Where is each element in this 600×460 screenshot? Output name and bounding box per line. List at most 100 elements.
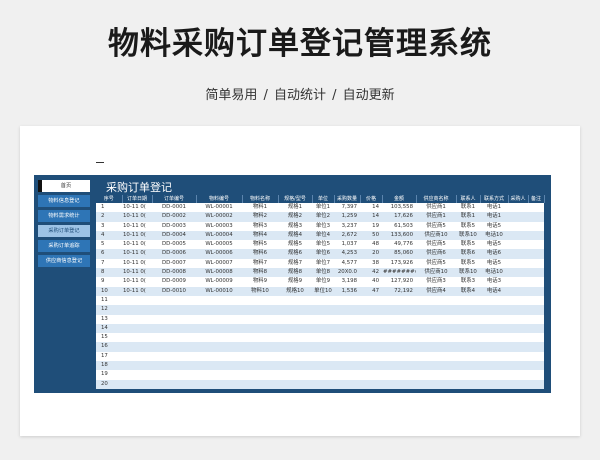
cell-buyer[interactable] — [508, 379, 528, 389]
cell-order-date[interactable]: 10-11 0( — [122, 277, 152, 287]
cell-order-date[interactable]: 10-11 0( — [122, 212, 152, 222]
cell-qty[interactable]: 3,237 — [334, 221, 360, 231]
cell-contact[interactable] — [456, 333, 480, 343]
cell-price[interactable]: 48 — [360, 240, 382, 250]
cell-material-no[interactable]: WL-00005 — [196, 240, 242, 250]
table-row[interactable]: 10 10-11 0(DD-0010 WL-00010 物料10 规格10 单位10 1,5… — [96, 286, 544, 296]
cell-phone[interactable] — [480, 323, 508, 334]
cell-unit[interactable]: 单位5 — [312, 240, 334, 250]
cell-qty[interactable] — [334, 370, 360, 380]
cell-buyer[interactable] — [508, 333, 528, 343]
cell-spec[interactable]: 规格2 — [278, 212, 312, 222]
cell-supplier[interactable] — [416, 379, 456, 389]
cell-remark[interactable] — [528, 314, 544, 324]
cell-remark[interactable] — [528, 249, 544, 259]
cell-buyer[interactable] — [508, 212, 528, 222]
cell-buyer[interactable] — [508, 295, 528, 306]
cell-qty[interactable] — [334, 333, 360, 343]
cell-amount[interactable] — [382, 305, 416, 315]
cell-material-no[interactable] — [196, 351, 242, 362]
cell-remark[interactable] — [528, 379, 544, 389]
cell-material-no[interactable] — [196, 370, 242, 380]
cell-phone[interactable]: 电话5 — [480, 221, 508, 231]
cell-material-name[interactable] — [242, 333, 278, 343]
cell-contact[interactable]: 联系3 — [456, 277, 480, 287]
cell-contact[interactable] — [456, 351, 480, 362]
table-row[interactable]: 16 — [96, 342, 544, 352]
cell-price[interactable]: 19 — [360, 221, 382, 231]
cell-seq[interactable]: 3 — [96, 221, 122, 231]
cell-order-date[interactable]: 10-11 0( — [122, 258, 152, 269]
cell-material-no[interactable] — [196, 305, 242, 315]
cell-contact[interactable]: 联系5 — [456, 221, 480, 231]
cell-qty[interactable]: 20X0.0 — [334, 268, 360, 278]
cell-supplier[interactable] — [416, 342, 456, 352]
cell-material-name[interactable] — [242, 379, 278, 389]
cell-unit[interactable]: 单位10 — [312, 286, 334, 296]
cell-material-name[interactable] — [242, 323, 278, 334]
cell-phone[interactable] — [480, 295, 508, 306]
cell-material-no[interactable] — [196, 361, 242, 371]
cell-amount[interactable]: 103,558 — [382, 203, 416, 213]
cell-seq[interactable]: 15 — [96, 333, 122, 343]
cell-phone[interactable] — [480, 314, 508, 324]
cell-material-name[interactable]: 物料3 — [242, 221, 278, 231]
cell-spec[interactable]: 规格9 — [278, 277, 312, 287]
cell-amount[interactable]: 127,920 — [382, 277, 416, 287]
cell-supplier[interactable] — [416, 370, 456, 380]
cell-contact[interactable] — [456, 361, 480, 371]
cell-unit[interactable]: 单位1 — [312, 203, 334, 213]
cell-qty[interactable]: 4,253 — [334, 249, 360, 259]
cell-seq[interactable]: 17 — [96, 351, 122, 362]
table-row[interactable]: 4 10-11 0(DD-0004 WL-00004 物料4 规格4 单位4 2,672 50… — [96, 230, 544, 241]
cell-buyer[interactable] — [508, 240, 528, 250]
cell-order-no[interactable] — [152, 333, 196, 343]
cell-contact[interactable]: 联系5 — [456, 240, 480, 250]
cell-spec[interactable] — [278, 351, 312, 362]
cell-order-date[interactable] — [122, 370, 152, 380]
cell-remark[interactable] — [528, 221, 544, 231]
cell-price[interactable] — [360, 379, 382, 389]
cell-seq[interactable]: 7 — [96, 258, 122, 269]
cell-qty[interactable] — [334, 295, 360, 306]
cell-unit[interactable] — [312, 314, 334, 324]
cell-spec[interactable]: 规格1 — [278, 203, 312, 213]
cell-amount[interactable] — [382, 323, 416, 334]
cell-amount[interactable] — [382, 295, 416, 306]
cell-amount[interactable]: 61,503 — [382, 221, 416, 231]
cell-unit[interactable]: 单位2 — [312, 212, 334, 222]
cell-supplier[interactable]: 供应商5 — [416, 221, 456, 231]
cell-order-date[interactable] — [122, 333, 152, 343]
cell-order-no[interactable] — [152, 323, 196, 334]
cell-material-name[interactable] — [242, 314, 278, 324]
cell-remark[interactable] — [528, 212, 544, 222]
table-row[interactable]: 5 10-11 0(DD-0005 WL-00005 物料5 规格5 单位5 1,037 48… — [96, 240, 544, 250]
table-row[interactable]: 9 10-11 0(DD-0009 WL-00009 物料9 规格9 单位9 3,198 40… — [96, 277, 544, 287]
cell-qty[interactable] — [334, 314, 360, 324]
cell-qty[interactable]: 1,536 — [334, 286, 360, 296]
cell-spec[interactable]: 规格10 — [278, 286, 312, 296]
table-row[interactable]: 12 — [96, 305, 544, 315]
cell-order-date[interactable]: 10-11 0( — [122, 230, 152, 241]
cell-qty[interactable] — [334, 323, 360, 334]
cell-buyer[interactable] — [508, 351, 528, 362]
cell-supplier[interactable]: 供应商6 — [416, 249, 456, 259]
cell-order-date[interactable] — [122, 351, 152, 362]
cell-supplier[interactable]: 供应商10 — [416, 230, 456, 241]
cell-material-name[interactable] — [242, 295, 278, 306]
cell-contact[interactable]: 联系10 — [456, 230, 480, 241]
cell-seq[interactable]: 16 — [96, 342, 122, 352]
cell-supplier[interactable]: 供应商1 — [416, 203, 456, 213]
cell-buyer[interactable] — [508, 277, 528, 287]
cell-material-name[interactable]: 物料6 — [242, 249, 278, 259]
cell-spec[interactable] — [278, 314, 312, 324]
cell-price[interactable] — [360, 361, 382, 371]
cell-phone[interactable] — [480, 342, 508, 352]
cell-order-date[interactable] — [122, 342, 152, 352]
cell-unit[interactable]: 单位6 — [312, 249, 334, 259]
cell-phone[interactable] — [480, 305, 508, 315]
cell-material-no[interactable]: WL-00006 — [196, 249, 242, 259]
cell-price[interactable]: 40 — [360, 277, 382, 287]
cell-order-date[interactable]: 10-11 0( — [122, 286, 152, 296]
cell-order-date[interactable]: 10-11 0( — [122, 240, 152, 250]
